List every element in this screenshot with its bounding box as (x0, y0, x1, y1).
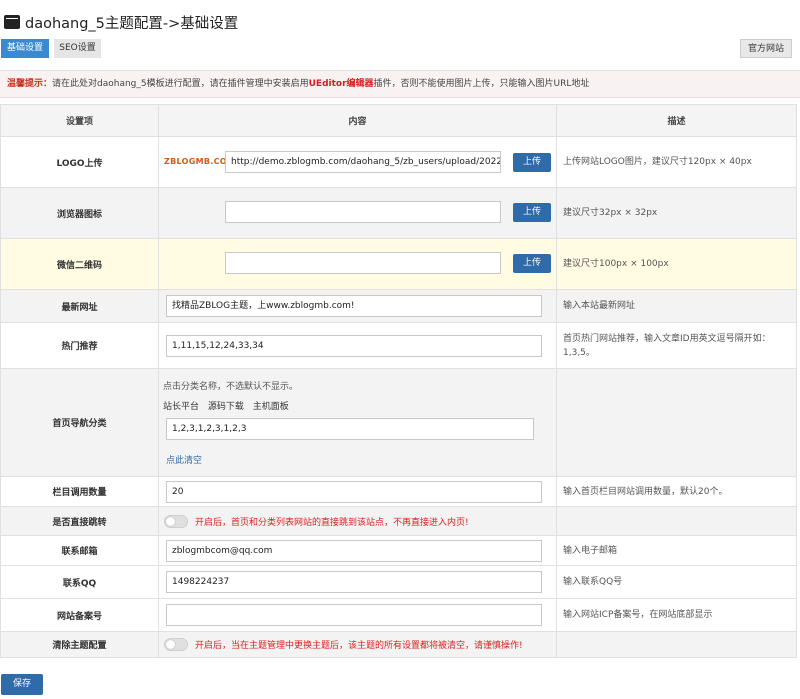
nav-hint: 点击分类名称，不选默认不显示。 (163, 382, 299, 392)
row-description: 建议尺寸32px × 32px (556, 187, 797, 239)
nav-category-item[interactable]: 站长平台 (163, 402, 199, 412)
row-description: 上传网站LOGO图片，建议尺寸120px × 40px (556, 136, 797, 188)
notice-text-after: 插件，否则不能使用图片上传，只能输入图片URL地址 (373, 79, 590, 89)
row-icp: 网站备案号 输入网站ICP备案号，在网站底部显示 (0, 598, 797, 632)
qq-field[interactable]: 1498224237 (166, 571, 542, 593)
row-description: 输入首页栏目网站调用数量，默认20个。 (556, 476, 797, 507)
row-label: 热门推荐 (0, 322, 159, 369)
row-qq: 联系QQ 1498224237 输入联系QQ号 (0, 565, 797, 599)
favicon-url-input[interactable] (225, 201, 501, 223)
row-label: 浏览器图标 (0, 187, 159, 239)
row-label: 联系邮箱 (0, 535, 159, 566)
row-column-count: 栏目调用数量 20 输入首页栏目网站调用数量，默认20个。 (0, 476, 797, 507)
row-description: 首页热门网站推荐，输入文章ID用英文逗号隔开如：1,3,5。 (556, 322, 797, 369)
row-label: 联系QQ (0, 565, 159, 599)
notice-label: 温馨提示： (7, 79, 53, 89)
row-logo: LOGO上传 ZBLOGMB.COM http://demo.zblogmb.c… (0, 136, 797, 188)
nav-category-list: 站长平台 源码下载 主机面板 (163, 399, 295, 412)
clear-config-toggle[interactable] (164, 638, 188, 651)
tab-basic-settings[interactable]: 基础设置 (1, 39, 49, 58)
settings-table: 设置项 内容 描述 LOGO上传 ZBLOGMB.COM http://demo… (0, 104, 797, 658)
row-label: 微信二维码 (0, 238, 159, 290)
row-email: 联系邮箱 zblogmbcom@qq.com 输入电子邮箱 (0, 535, 797, 566)
row-label: LOGO上传 (0, 136, 159, 188)
row-description: 建议尺寸100px × 100px (556, 238, 797, 290)
row-label: 最新网址 (0, 289, 159, 323)
column-count-input[interactable]: 20 (166, 481, 542, 503)
row-nav: 首页导航分类 点击分类名称，不选默认不显示。 站长平台 源码下载 主机面板 1,… (0, 368, 797, 477)
official-site-button[interactable]: 官方网站 (740, 39, 792, 58)
hot-ids-input[interactable]: 1,11,15,12,24,33,34 (166, 335, 542, 357)
row-label: 是否直接跳转 (0, 506, 159, 536)
row-label: 栏目调用数量 (0, 476, 159, 507)
email-field[interactable]: zblogmbcom@qq.com (166, 540, 542, 562)
icp-field[interactable] (166, 604, 542, 626)
row-clear-config: 清除主题配置 开启后，当在主题管理中更换主题后，该主题的所有设置都将被清空，请谨… (0, 631, 797, 658)
save-button[interactable]: 保存 (1, 674, 43, 695)
window-icon (4, 15, 20, 29)
row-description: 输入联系QQ号 (556, 565, 797, 599)
tab-seo-settings[interactable]: SEO设置 (54, 39, 101, 58)
row-direct-jump: 是否直接跳转 开启后，首页和分类列表网站的直接跳到该站点，不再直接进入内页! (0, 506, 797, 536)
notice-bar: 温馨提示：请在此处对daohang_5模板进行配置，请在插件管理中安装启用UEd… (0, 70, 800, 98)
nav-ids-input[interactable]: 1,2,3,1,2,3,1,2,3 (166, 418, 534, 440)
direct-jump-note: 开启后，首页和分类列表网站的直接跳到该站点，不再直接进入内页! (195, 518, 469, 528)
nav-category-item[interactable]: 源码下载 (208, 402, 244, 412)
wechat-upload-button[interactable]: 上传 (513, 254, 551, 273)
clear-config-note: 开启后，当在主题管理中更换主题后，该主题的所有设置都将被清空，请谨慎操作! (195, 641, 523, 651)
row-hot: 热门推荐 1,11,15,12,24,33,34 首页热门网站推荐，输入文章ID… (0, 322, 797, 369)
page-title-text: daohang_5主题配置->基础设置 (25, 15, 239, 32)
row-label: 清除主题配置 (0, 631, 159, 658)
row-description: 输入本站最新网址 (556, 289, 797, 323)
logo-url-input[interactable]: http://demo.zblogmb.com/daohang_5/zb_use… (225, 151, 501, 173)
row-label: 首页导航分类 (0, 368, 159, 477)
nav-category-item[interactable]: 主机面板 (253, 402, 289, 412)
latest-url-input[interactable]: 找精品ZBLOG主题，上www.zblogmb.com! (166, 295, 542, 317)
row-favicon: 浏览器图标 上传 建议尺寸32px × 32px (0, 187, 797, 239)
logo-upload-button[interactable]: 上传 (513, 153, 551, 172)
header-setting: 设置项 (0, 104, 159, 137)
clear-link[interactable]: 点此清空 (166, 453, 202, 466)
header-content: 内容 (158, 104, 557, 137)
table-header-row: 设置项 内容 描述 (0, 104, 797, 137)
notice-highlight: UEditor编辑器 (308, 79, 374, 89)
direct-jump-toggle[interactable] (164, 515, 188, 528)
row-latest-url: 最新网址 找精品ZBLOG主题，上www.zblogmb.com! 输入本站最新… (0, 289, 797, 323)
page-title: daohang_5主题配置->基础设置 (4, 11, 238, 33)
wechat-qr-input[interactable] (225, 252, 501, 274)
row-wechat: 微信二维码 上传 建议尺寸100px × 100px (0, 238, 797, 290)
row-label: 网站备案号 (0, 598, 159, 632)
favicon-upload-button[interactable]: 上传 (513, 203, 551, 222)
header-description: 描述 (556, 104, 797, 137)
row-description: 输入网站ICP备案号，在网站底部显示 (556, 598, 797, 632)
notice-text-before: 请在此处对daohang_5模板进行配置，请在插件管理中安装启用 (52, 79, 309, 89)
row-description: 输入电子邮箱 (556, 535, 797, 566)
